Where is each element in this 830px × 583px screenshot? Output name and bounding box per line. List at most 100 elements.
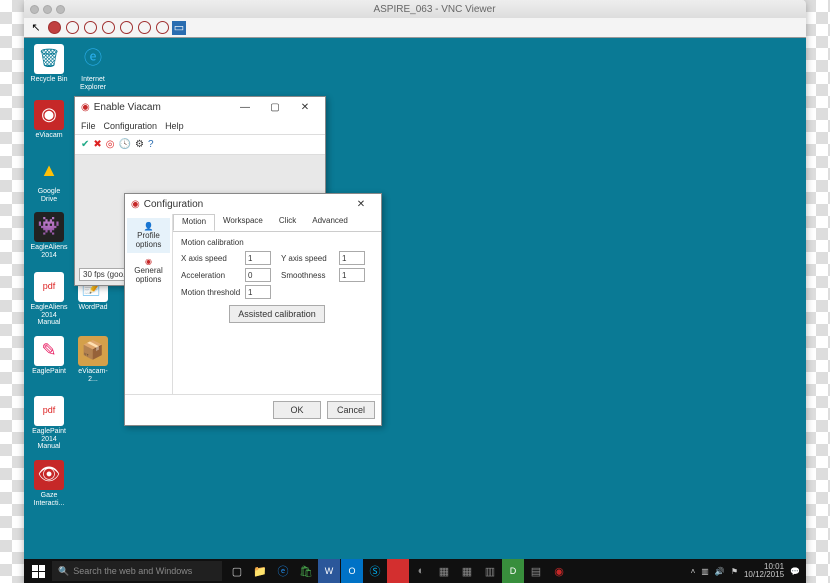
tool-icon-2[interactable]: [82, 20, 98, 36]
icon-label: Google Drive: [38, 188, 61, 203]
xspeed-spinner[interactable]: 1: [245, 251, 271, 265]
tray-volume-icon[interactable]: 🔊: [715, 567, 725, 576]
app-icon: ◉: [131, 199, 140, 210]
menu-file[interactable]: File: [81, 121, 96, 131]
task-view-button[interactable]: ▢: [226, 559, 248, 583]
label-smooth: Smoothness: [281, 271, 335, 280]
tab-advanced[interactable]: Advanced: [304, 214, 356, 231]
icon-label: Recycle Bin: [31, 76, 68, 83]
sidebar-item-profile[interactable]: 👤 Profile options: [127, 218, 170, 253]
close-button[interactable]: ✕: [347, 195, 375, 213]
tool-icon-1[interactable]: [64, 20, 80, 36]
help-icon[interactable]: ?: [148, 139, 154, 150]
search-placeholder: Search the web and Windows: [73, 566, 192, 576]
assisted-calibration-button[interactable]: Assisted calibration: [229, 305, 325, 323]
taskbar-app-item3[interactable]: ▦: [456, 559, 478, 583]
window-titlebar[interactable]: ◉ Enable Viacam ― ▢ ✕: [75, 97, 325, 117]
tab-motion[interactable]: Motion: [173, 214, 215, 231]
taskbar: 🔍 Search the web and Windows ▢ 📁 ⓔ 🛍 W O…: [24, 559, 806, 583]
taskbar-apps: ▢ 📁 ⓔ 🛍 W O Ⓢ ◐ ▦ ▦ ▥ D ▤ ◉: [226, 559, 570, 583]
icon-label: EaglePaint 2014 Manual: [32, 428, 66, 450]
taskbar-app-word[interactable]: W: [318, 559, 340, 583]
taskbar-app-dragon[interactable]: D: [502, 559, 524, 583]
taskbar-app-eviacam[interactable]: ◉: [548, 559, 570, 583]
ok-button[interactable]: OK: [273, 401, 321, 419]
tool-icon-4[interactable]: [118, 20, 134, 36]
tab-click[interactable]: Click: [271, 214, 304, 231]
taskbar-app-outlook[interactable]: O: [341, 559, 363, 583]
desktop-icon-eaglepaint[interactable]: ✎ EaglePaint: [30, 336, 68, 376]
cursor-icon[interactable]: ↖: [28, 20, 44, 36]
taskbar-app-red[interactable]: [387, 559, 409, 583]
vnc-toolbar: ↖ ▭: [24, 18, 806, 38]
taskbar-app-store[interactable]: 🛍: [295, 559, 317, 583]
paint-icon: ✎: [34, 336, 64, 366]
taskbar-app-item2[interactable]: ▦: [433, 559, 455, 583]
start-button[interactable]: [24, 559, 52, 583]
remote-desktop[interactable]: 🗑 Recycle Bin ⓔ Internet Explorer ◉ eVia…: [24, 38, 806, 583]
menu-help[interactable]: Help: [165, 121, 184, 131]
menu-configuration[interactable]: Configuration: [104, 121, 158, 131]
tool-icon-5[interactable]: [136, 20, 152, 36]
desktop-icon-eaglealiens[interactable]: 👾 EagleAliens 2014: [30, 212, 68, 259]
vnc-viewer-window: ASPIRE_063 - VNC Viewer ↖ ▭ 🗑 Recycle Bi…: [24, 0, 806, 583]
vnc-titlebar[interactable]: ASPIRE_063 - VNC Viewer: [24, 0, 806, 18]
game-icon: 👾: [34, 212, 64, 242]
mac-close-dot[interactable]: [30, 5, 39, 14]
mac-max-dot[interactable]: [56, 5, 65, 14]
pdf-icon: pdf: [34, 272, 64, 302]
desktop-icon-eaglepaintmanual[interactable]: pdf EaglePaint 2014 Manual: [30, 396, 68, 451]
mac-min-dot[interactable]: [43, 5, 52, 14]
tool-icon-6[interactable]: [154, 20, 170, 36]
desktop-icon-eviacam2[interactable]: 📦 eViacam-2...: [74, 336, 112, 383]
desktop-icon-eviacam[interactable]: ◉ eViacam: [30, 100, 68, 140]
desktop-icon-gaze[interactable]: 👁 Gaze Interacti...: [30, 460, 68, 507]
tab-workspace[interactable]: Workspace: [215, 214, 271, 231]
target-icon[interactable]: ◎: [106, 139, 115, 150]
search-box[interactable]: 🔍 Search the web and Windows: [52, 561, 222, 581]
icon-label: EaglePaint: [32, 368, 66, 375]
general-icon: ◉: [127, 257, 170, 266]
icon-label: Gaze Interacti...: [34, 492, 65, 507]
smooth-spinner[interactable]: 1: [339, 268, 365, 282]
icon-label: eViacam: [35, 132, 62, 139]
tray-flag-icon[interactable]: ⚑: [731, 567, 738, 576]
taskbar-app-item4[interactable]: ▥: [479, 559, 501, 583]
taskbar-app-item6[interactable]: ▤: [525, 559, 547, 583]
yspeed-spinner[interactable]: 1: [339, 251, 365, 265]
tool-icon-7[interactable]: ▭: [172, 21, 186, 35]
package-icon: 📦: [78, 336, 108, 366]
gear-icon[interactable]: ⚙: [135, 139, 144, 150]
desktop-icon-gdrive[interactable]: ▲ Google Drive: [30, 156, 68, 203]
clock-icon[interactable]: 🕓: [119, 139, 131, 150]
vnc-title: ASPIRE_063 - VNC Viewer: [69, 4, 800, 15]
accel-spinner[interactable]: 0: [245, 268, 271, 282]
tray-notifications-icon[interactable]: 💬: [790, 567, 800, 576]
taskbar-app-skype[interactable]: Ⓢ: [364, 559, 386, 583]
taskbar-app-edge[interactable]: ⓔ: [272, 559, 294, 583]
maximize-button[interactable]: ▢: [261, 98, 289, 116]
globe-icon[interactable]: [46, 20, 62, 36]
threshold-spinner[interactable]: 1: [245, 285, 271, 299]
desktop-icon-ie[interactable]: ⓔ Internet Explorer: [74, 44, 112, 91]
tool-icon-3[interactable]: [100, 20, 116, 36]
close-button[interactable]: ✕: [291, 98, 319, 116]
sidebar-item-general[interactable]: ◉ General options: [127, 253, 170, 288]
desktop-icon-eaglemanual[interactable]: pdf EagleAliens 2014 Manual: [30, 272, 68, 327]
section-heading: Motion calibration: [181, 238, 373, 247]
config-sidebar: 👤 Profile options ◉ General options: [125, 214, 173, 394]
taskbar-app-item1[interactable]: ◐: [410, 559, 432, 583]
search-icon: 🔍: [58, 566, 69, 577]
eye-icon: 👁: [34, 460, 64, 490]
tray-chevron-up-icon[interactable]: ˄: [691, 567, 696, 576]
dialog-titlebar[interactable]: ◉ Configuration ✕: [125, 194, 381, 214]
minimize-button[interactable]: ―: [231, 98, 259, 116]
stop-icon[interactable]: ✖: [93, 139, 101, 150]
app-icon: ◉: [81, 102, 90, 113]
desktop-icon-recycle-bin[interactable]: 🗑 Recycle Bin: [30, 44, 68, 84]
check-icon[interactable]: ✔: [81, 139, 89, 150]
taskbar-app-explorer[interactable]: 📁: [249, 559, 271, 583]
cancel-button[interactable]: Cancel: [327, 401, 375, 419]
taskbar-clock[interactable]: 10:01 10/12/2015: [744, 563, 784, 579]
tray-network-icon[interactable]: ▥: [701, 567, 709, 576]
